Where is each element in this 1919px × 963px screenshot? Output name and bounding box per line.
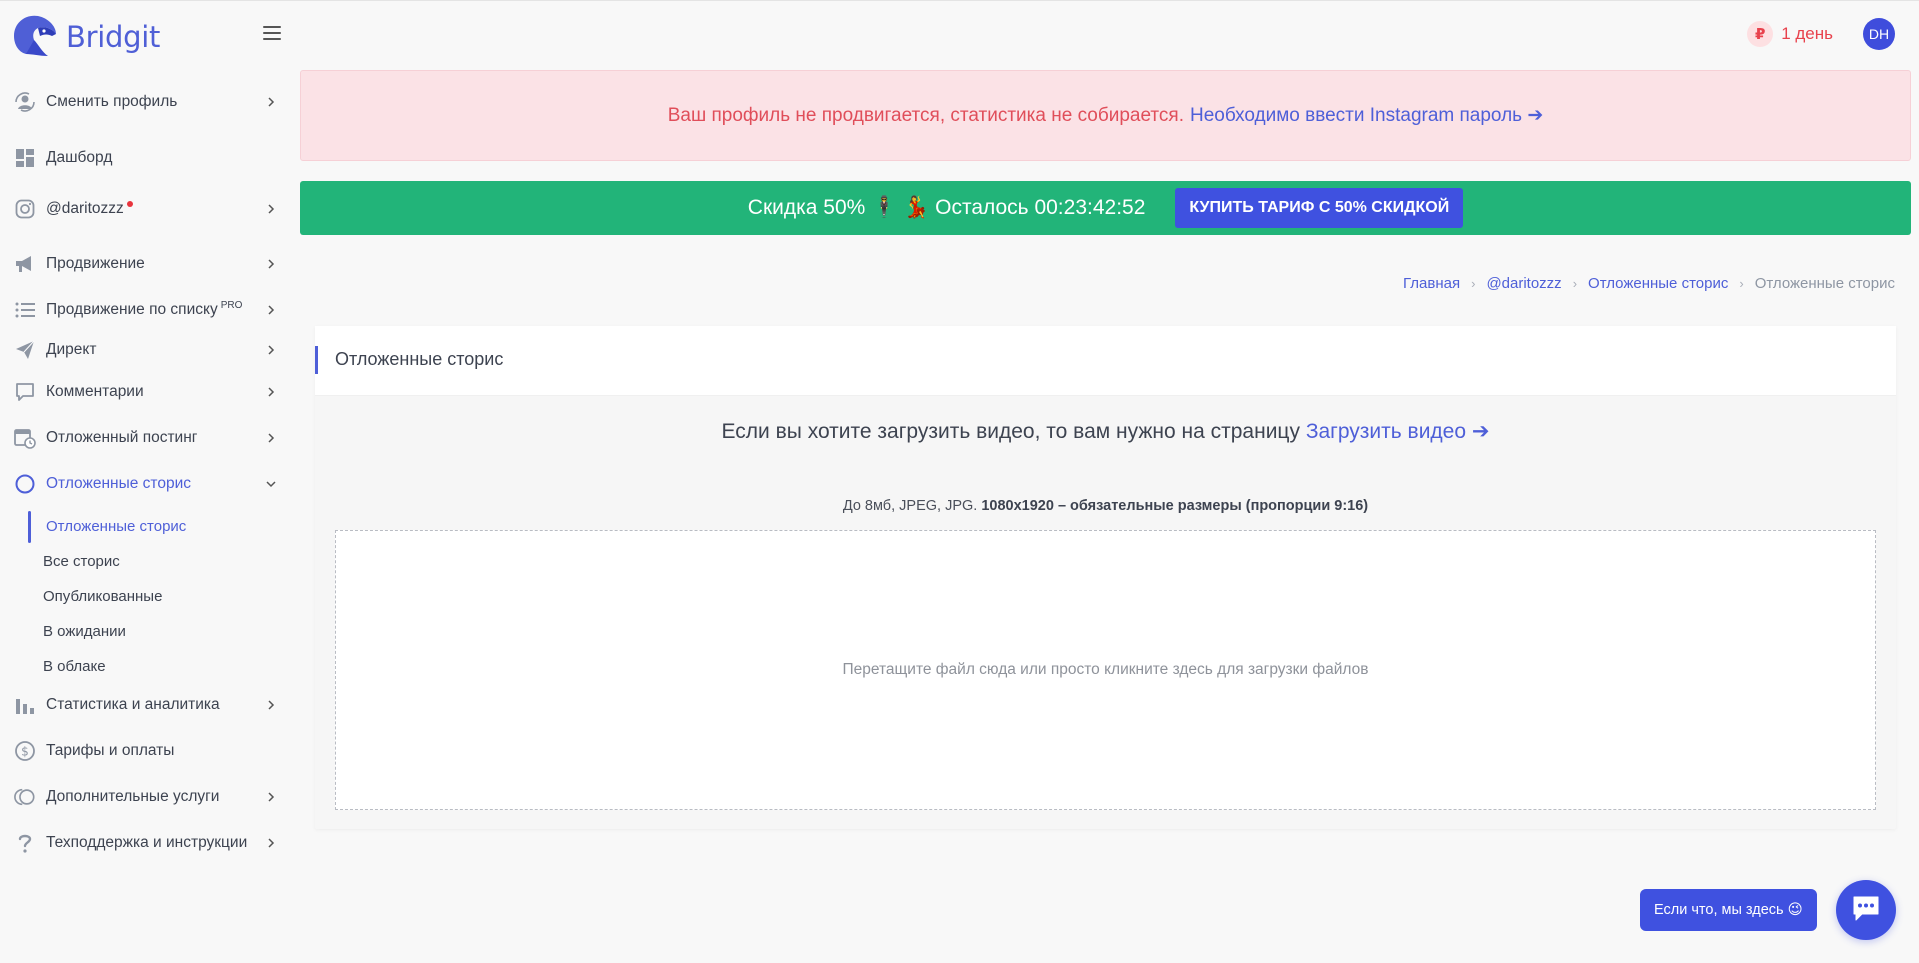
sidebar-item-scheduled-posting[interactable]: Отложенный постинг — [14, 421, 276, 455]
discount-countdown: Скидка 50% 🕴 💃 Осталось 00:23:42:52 — [747, 196, 1146, 219]
sidebar-item-extra-services[interactable]: Дополнительные услуги — [14, 780, 276, 814]
breadcrumb-account[interactable]: @daritozzz — [1486, 275, 1561, 292]
sub-item-pending[interactable]: В ожидании — [43, 618, 126, 644]
svg-text:$: $ — [21, 745, 29, 759]
chevron-right-icon — [268, 259, 275, 269]
calendar-clock-icon — [14, 427, 36, 449]
sidebar-item-label: Директ — [46, 341, 97, 358]
requirements-formats: До 8мб, JPEG, JPG. — [842, 498, 978, 514]
chevron-right-icon — [268, 433, 275, 443]
sidebar-item-dashboard[interactable]: Дашборд — [14, 141, 276, 175]
header-right: ₽ 1 день DH — [1747, 18, 1895, 50]
status-dot — [126, 201, 133, 207]
discount-banner: Скидка 50% 🕴 💃 Осталось 00:23:42:52 КУПИ… — [300, 181, 1911, 235]
sidebar-item-promotion[interactable]: Продвижение — [14, 247, 276, 281]
comment-icon — [14, 381, 36, 403]
sidebar-item-account[interactable]: @daritozzz — [14, 192, 276, 226]
card-header-accent — [315, 346, 318, 374]
breadcrumb: Главная › @daritozzz › Отложенные сторис… — [1403, 275, 1895, 292]
dropzone-text: Перетащите файл сюда или просто кликните… — [842, 661, 1369, 678]
password-alert: Ваш профиль не продвигается, статистика … — [300, 70, 1911, 161]
chevron-right-icon — [268, 792, 275, 802]
breadcrumb-stories[interactable]: Отложенные сторис — [1588, 275, 1728, 292]
sidebar-item-switch-profile[interactable]: Сменить профиль — [14, 85, 276, 119]
list-promotion-label: Продвижение по списку — [46, 301, 218, 319]
eagle-logo-icon — [8, 12, 60, 63]
sidebar-item-list-promotion[interactable]: Продвижение по списку PRO — [14, 293, 276, 327]
sidebar-item-label: Техподдержка и инструкции — [46, 834, 248, 851]
chevron-down-icon — [266, 481, 276, 488]
sidebar-item-label: Комментарии — [46, 383, 144, 400]
sidebar-item-comments[interactable]: Комментарии — [14, 375, 276, 409]
sidebar-item-support[interactable]: Техподдержка и инструкции — [14, 826, 276, 860]
breadcrumb-home[interactable]: Главная — [1403, 275, 1460, 292]
chevron-right-icon — [268, 700, 275, 710]
upload-video-link[interactable]: Загрузить видео ➔ — [1306, 420, 1490, 443]
chat-greeting-bubble[interactable]: Если что, мы здесь 😉 — [1640, 889, 1817, 931]
megaphone-icon — [14, 253, 36, 275]
logo[interactable]: Bridgit — [8, 14, 160, 60]
breadcrumb-current: Отложенные сторис — [1754, 275, 1895, 292]
sidebar-item-label: Сменить профиль — [46, 93, 178, 110]
subscription-days[interactable]: 1 день — [1781, 24, 1833, 44]
instagram-icon — [14, 198, 36, 220]
logo-text: Bridgit — [66, 20, 161, 54]
requirements-dimensions: 1080x1920 – обязательные размеры (пропор… — [981, 498, 1369, 514]
buy-discount-button[interactable]: КУПИТЬ ТАРИФ С 50% СКИДКОЙ — [1175, 188, 1464, 228]
chevron-right-icon: › — [1471, 276, 1476, 291]
chevron-right-icon — [268, 204, 275, 214]
chevron-right-icon — [268, 305, 275, 315]
chevron-right-icon — [268, 97, 275, 107]
ruble-icon: ₽ — [1747, 21, 1774, 47]
dashboard-icon — [14, 147, 36, 169]
question-icon — [14, 832, 36, 854]
sidebar-item-label: Дополнительные услуги — [46, 788, 220, 805]
account-name: @daritozzz — [46, 200, 124, 217]
sub-item-published[interactable]: Опубликованные — [43, 583, 162, 609]
chevron-right-icon: › — [1739, 276, 1744, 291]
stories-upload-card: Отложенные сторис Если вы хотите загрузи… — [315, 326, 1896, 829]
circle-icon — [14, 473, 36, 495]
avatar[interactable]: DH — [1863, 18, 1895, 50]
switch-profile-icon — [14, 91, 36, 113]
sub-item-all-stories[interactable]: Все сторис — [43, 548, 120, 574]
chat-icon — [1851, 894, 1881, 927]
sidebar-item-label: Продвижение — [46, 255, 145, 272]
sidebar-item-label: Статистика и аналитика — [46, 696, 220, 713]
file-requirements: До 8мб, JPEG, JPG. 1080x1920 – обязатель… — [315, 498, 1896, 514]
sidebar-item-label: Дашборд — [46, 149, 113, 166]
sidebar-item-scheduled-stories[interactable]: Отложенные сторис — [14, 467, 276, 501]
paper-plane-icon — [14, 339, 36, 361]
chevron-right-icon — [268, 838, 275, 848]
chevron-right-icon: › — [1572, 276, 1578, 291]
pro-badge: PRO — [220, 300, 243, 312]
card-header: Отложенные сторис — [315, 326, 1896, 396]
sidebar-item-tariffs[interactable]: $ Тарифы и оплаты — [14, 734, 276, 768]
menu-toggle-icon[interactable] — [263, 26, 281, 40]
sidebar-item-label: Отложенный постинг — [46, 429, 198, 446]
sidebar-item-statistics[interactable]: Статистика и аналитика — [14, 688, 276, 722]
sidebar: Bridgit Сменить профиль Дашборд @daritoz… — [0, 0, 290, 963]
chevron-right-icon — [268, 345, 275, 355]
sidebar-item-direct[interactable]: Директ — [14, 333, 276, 367]
sub-item-cloud[interactable]: В облаке — [43, 653, 106, 679]
active-indicator — [28, 511, 31, 543]
chat-button[interactable] — [1836, 880, 1896, 940]
enter-password-link[interactable]: Необходимо ввести Instagram пароль ➔ — [1190, 104, 1543, 127]
sub-item-scheduled-stories[interactable]: Отложенные сторис — [46, 513, 186, 539]
sidebar-item-label: Тарифы и оплаты — [46, 742, 175, 759]
sidebar-item-label: @daritozzz — [46, 200, 133, 218]
video-upload-hint: Если вы хотите загрузить видео, то вам н… — [315, 419, 1896, 444]
card-title: Отложенные сторис — [335, 349, 504, 369]
sidebar-item-label: Отложенные сторис — [46, 475, 191, 492]
bar-chart-icon — [14, 694, 36, 716]
chevron-right-icon — [268, 387, 275, 397]
list-icon — [14, 299, 36, 321]
alert-text: Ваш профиль не продвигается, статистика … — [667, 104, 1184, 126]
file-dropzone[interactable]: Перетащите файл сюда или просто кликните… — [335, 530, 1876, 810]
services-icon — [14, 786, 36, 808]
dollar-circle-icon: $ — [14, 740, 36, 762]
sidebar-item-label: Продвижение по списку PRO — [46, 300, 242, 319]
video-hint-text: Если вы хотите загрузить видео, то вам н… — [721, 420, 1300, 443]
